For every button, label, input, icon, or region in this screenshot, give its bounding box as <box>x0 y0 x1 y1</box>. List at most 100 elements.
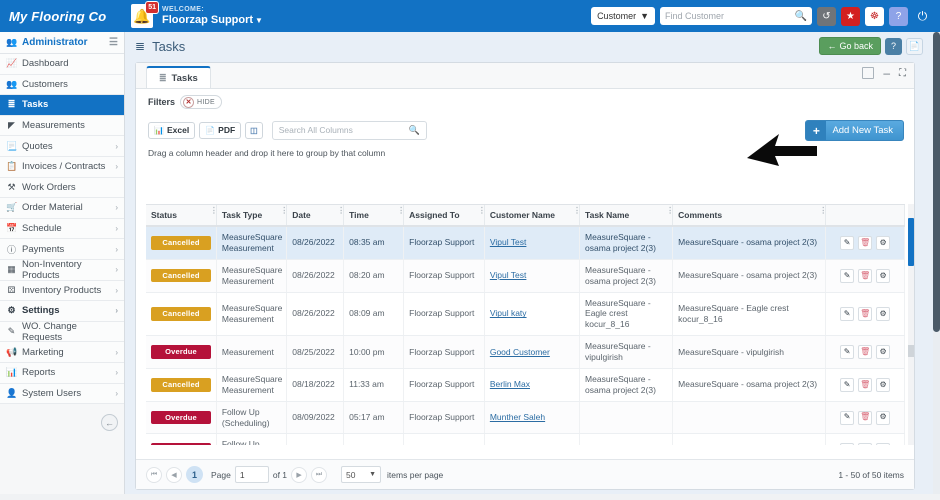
search-all-columns-box[interactable]: 🔍 <box>271 120 427 140</box>
help-button[interactable]: ? <box>889 6 908 26</box>
grid-column-header[interactable]: Customer Name ⋮ <box>484 205 581 227</box>
delete-icon[interactable]: 🗑 <box>858 443 873 445</box>
gear-icon[interactable]: ⚙ <box>876 443 891 445</box>
column-menu-icon[interactable]: ⋮ <box>337 207 345 215</box>
column-menu-icon[interactable]: ⋮ <box>819 207 827 215</box>
column-menu-icon[interactable]: ⋮ <box>478 207 486 215</box>
table-row[interactable]: Cancelled MeasureSquare Measurement 08/18/… <box>146 368 905 402</box>
delete-icon[interactable]: 🗑 <box>858 345 873 359</box>
go-back-button[interactable]: ← Go back <box>819 37 881 55</box>
sidebar-item-inventory-products[interactable]: ⚄ Inventory Products › <box>0 280 124 302</box>
edit-icon[interactable]: ✎ <box>840 345 855 359</box>
delete-icon[interactable]: 🗑 <box>858 410 873 425</box>
page-help-button[interactable]: ? <box>885 37 902 55</box>
pager-next-button[interactable]: ▶ <box>291 466 308 483</box>
delete-icon[interactable]: 🗑 <box>858 268 873 283</box>
minimize-icon[interactable]: – <box>883 67 890 79</box>
customer-link[interactable]: Vipul katy <box>490 308 527 318</box>
sidebar-item-reports[interactable]: 📊 Reports › <box>0 362 124 384</box>
table-row[interactable]: Overdue Follow Up (Scheduling)08/09/20220… <box>146 401 905 435</box>
customer-link[interactable]: Vipul Test <box>490 270 527 280</box>
edit-icon[interactable]: ✎ <box>840 410 855 425</box>
welcome-block[interactable]: 🔔 51 WELCOME: Floorzap Support ▼ <box>131 0 263 29</box>
column-menu-icon[interactable]: ⋮ <box>666 207 674 215</box>
cell-customer-name[interactable]: Berlin Max <box>484 368 581 402</box>
sidebar-item-settings[interactable]: ⚙ Settings › <box>0 301 124 322</box>
edit-icon[interactable]: ✎ <box>840 268 855 283</box>
sidebar-item-schedule[interactable]: 📅 Schedule › <box>0 218 124 240</box>
edit-icon[interactable]: ✎ <box>840 443 855 445</box>
gear-icon[interactable]: ⚙ <box>876 345 891 359</box>
edit-icon[interactable]: ✎ <box>840 306 855 321</box>
sidebar-item-tasks[interactable]: ≣ Tasks <box>0 95 124 116</box>
notifications-button[interactable]: 🔔 51 <box>131 0 159 29</box>
customer-link[interactable]: Good Customer <box>490 347 550 357</box>
customer-link[interactable]: Berlin Max <box>490 379 530 389</box>
search-icon[interactable]: 🔍 <box>795 11 807 22</box>
sidebar-item-payments[interactable]: ⓘ Payments › <box>0 239 124 260</box>
hamburger-icon[interactable]: ☰ <box>109 37 118 48</box>
grid-column-header[interactable]: Time ⋮ <box>343 205 405 227</box>
page-size-select[interactable]: 50 ▼ <box>341 466 382 483</box>
delete-icon[interactable]: 🗑 <box>858 306 873 321</box>
grid-column-header[interactable]: Task Type ⋮ <box>216 205 288 227</box>
table-row[interactable]: Cancelled MeasureSquare Measurement 08/26/… <box>146 259 905 293</box>
cell-customer-name[interactable]: Berlin Max <box>484 433 581 445</box>
filters-hide-chip[interactable]: ✕ HIDE <box>180 95 222 109</box>
table-row[interactable]: Overdue Follow Up (Scheduling)08/09/20220… <box>146 433 905 445</box>
pager-page-input[interactable] <box>234 466 269 483</box>
refresh-button[interactable]: ↺ <box>817 6 836 26</box>
sidebar-item-marketing[interactable]: 📢 Marketing › <box>0 342 124 363</box>
page-doc-button[interactable]: 📄 <box>906 37 923 55</box>
cell-customer-name[interactable]: Vipul katy <box>484 292 581 337</box>
pager-first-button[interactable]: ⏮ <box>146 466 162 483</box>
sidebar-item-wo-change-requests[interactable]: ✎ WO. Change Requests <box>0 321 124 343</box>
user-menu[interactable]: Floorzap Support ▼ <box>162 14 263 27</box>
grid-column-header[interactable] <box>825 205 905 227</box>
column-menu-icon[interactable]: ⋮ <box>210 207 218 215</box>
sidebar-item-invoices-contracts[interactable]: 📋 Invoices / Contracts › <box>0 156 124 178</box>
cell-customer-name[interactable]: Good Customer <box>484 335 581 369</box>
search-icon[interactable]: 🔍 <box>409 125 420 136</box>
gear-icon[interactable]: ⚙ <box>876 235 891 250</box>
gear-icon[interactable]: ⚙ <box>876 410 891 425</box>
edit-icon[interactable]: ✎ <box>840 235 855 250</box>
column-menu-icon[interactable]: ⋮ <box>280 207 288 215</box>
restore-icon[interactable] <box>862 67 875 79</box>
pager-last-button[interactable]: ⏭ <box>311 466 328 483</box>
customer-type-select[interactable]: Customer ▼ <box>591 7 655 25</box>
gear-icon[interactable]: ⚙ <box>876 268 891 283</box>
gear-icon[interactable]: ⚙ <box>876 306 891 321</box>
sidebar-item-dashboard[interactable]: 📈 Dashboard <box>0 54 124 75</box>
grid-column-header[interactable]: Date ⋮ <box>286 205 345 227</box>
sidebar-collapse-button[interactable]: ← <box>101 414 118 431</box>
cell-customer-name[interactable]: Munther Saleh <box>484 401 581 435</box>
pager-current-page[interactable]: 1 <box>186 466 203 483</box>
delete-icon[interactable]: 🗑 <box>858 235 873 250</box>
column-chooser-button[interactable]: ◫ <box>245 121 263 139</box>
grid-column-header[interactable]: Task Name ⋮ <box>579 205 674 227</box>
pager-prev-button[interactable]: ◀ <box>166 466 182 483</box>
fullscreen-icon[interactable]: ⛶ <box>899 68 906 79</box>
tab-tasks[interactable]: ≣ Tasks <box>146 66 211 88</box>
table-row[interactable]: Cancelled MeasureSquare Measurement 08/26/… <box>146 226 905 260</box>
favorites-button[interactable]: ★ <box>841 6 860 26</box>
grid-column-header[interactable]: Comments ⋮ <box>672 205 827 227</box>
find-customer-input[interactable] <box>665 11 795 21</box>
logout-button[interactable]: ⏻ <box>913 7 932 26</box>
edit-icon[interactable]: ✎ <box>840 377 855 392</box>
page-scroll-thumb[interactable] <box>933 32 940 332</box>
sidebar-item-work-orders[interactable]: ⚒ Work Orders <box>0 177 124 199</box>
customer-link[interactable]: Vipul Test <box>490 237 527 247</box>
sidebar-item-measurements[interactable]: ◤ Measurements <box>0 115 124 137</box>
cell-customer-name[interactable]: Vipul Test <box>484 259 581 293</box>
grid-column-header[interactable]: Assigned To ⋮ <box>403 205 486 227</box>
delete-icon[interactable]: 🗑 <box>858 377 873 392</box>
grid-vertical-scroll-thumb[interactable] <box>908 218 914 266</box>
sidebar-item-quotes[interactable]: 📃 Quotes › <box>0 136 124 157</box>
page-vertical-scrollbar[interactable] <box>933 32 940 500</box>
sidebar-item-order-material[interactable]: 🛒 Order Material › <box>0 198 124 219</box>
find-customer-box[interactable]: 🔍 <box>660 7 812 25</box>
cell-customer-name[interactable]: Vipul Test <box>484 226 581 260</box>
table-row[interactable]: Cancelled MeasureSquare Measurement 08/26/… <box>146 292 905 337</box>
